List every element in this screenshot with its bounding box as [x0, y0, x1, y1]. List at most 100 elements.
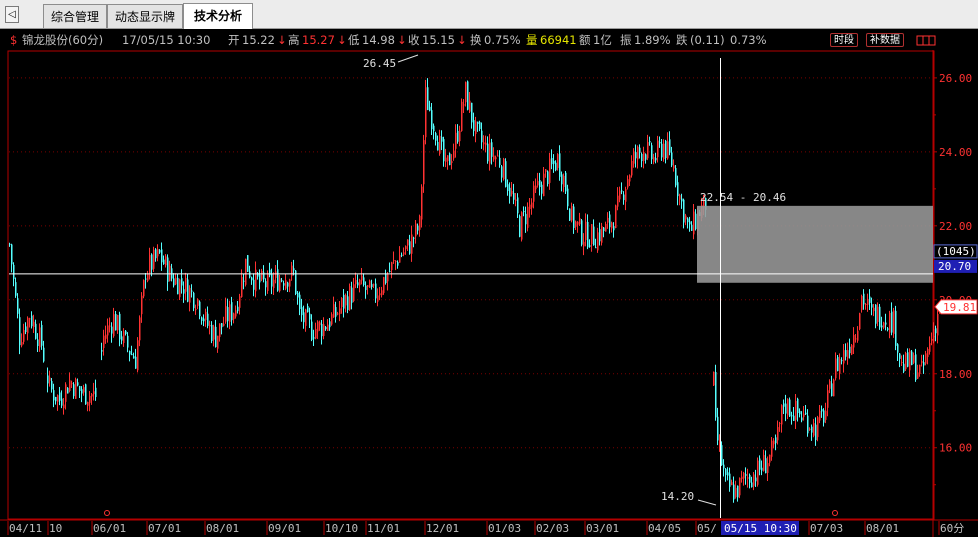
candle-body [241, 277, 243, 297]
candle-body [897, 344, 899, 353]
candle-body [255, 269, 257, 292]
candle-body [821, 409, 823, 412]
candle-body [799, 411, 801, 415]
candle-body [399, 255, 401, 263]
candle-body [691, 224, 693, 231]
candle-body [19, 317, 21, 346]
tab-scroll-left-icon[interactable]: ◁ [5, 6, 19, 23]
candle-body [415, 223, 417, 237]
candle-body [801, 417, 803, 421]
stock-name[interactable]: 锦龙股份(60分) [22, 31, 103, 49]
candle-body [639, 147, 641, 153]
candle-body [151, 254, 153, 270]
candle-body [297, 292, 299, 298]
volume-label: 量 [526, 33, 538, 47]
candle-body [847, 350, 849, 359]
price-range-label: 22.54 - 20.46 [700, 191, 786, 204]
candle-body [175, 277, 177, 285]
candle-body [887, 328, 889, 330]
candle-body [527, 206, 529, 228]
candle-body [783, 403, 785, 407]
candle-body [665, 140, 667, 158]
candle-body [759, 458, 761, 470]
candle-body [321, 323, 323, 337]
candle-body [653, 157, 655, 162]
candle-body [755, 477, 757, 482]
toolbar-grid-icon[interactable] [916, 34, 936, 47]
change-percent: 0.73% [730, 33, 767, 47]
candle-body [81, 389, 83, 394]
supplement-data-button[interactable]: 补数据 [866, 33, 904, 47]
candle-body [243, 280, 245, 282]
candle-body [479, 122, 481, 129]
tab-bar: ◁ 综合管理 动态显示牌 技术分析 [0, 0, 978, 29]
candle-body [879, 306, 881, 328]
candle-body [911, 351, 913, 365]
candle-body [213, 326, 215, 340]
candle-body [569, 208, 571, 221]
candle-body [9, 243, 11, 245]
candle-body [289, 279, 291, 287]
candle-body [915, 354, 917, 380]
candle-body [761, 467, 763, 471]
candle-body [265, 281, 267, 288]
y-tick-label: 26.00 [939, 72, 972, 85]
tab-technical-analysis[interactable]: 技术分析 [183, 3, 253, 29]
candle-body [875, 304, 877, 324]
price-range-box[interactable] [697, 205, 933, 283]
candle-body [299, 294, 301, 310]
tab-dynamic-board[interactable]: 动态显示牌 [107, 4, 183, 28]
candle-body [867, 298, 869, 305]
candle-body [583, 241, 585, 247]
candle-body [333, 304, 335, 318]
event-marker-icon[interactable] [832, 510, 838, 516]
candle-body [877, 306, 879, 322]
candle-body [785, 403, 787, 414]
amplitude-label: 振 [620, 33, 632, 47]
candle-body [319, 322, 321, 326]
candle-body [39, 327, 41, 348]
stock-flag-icon: $ [10, 33, 18, 47]
period-button[interactable]: 时段 [830, 33, 858, 47]
x-tick-label: 08/01 [206, 522, 239, 535]
candle-body [507, 184, 509, 192]
candle-body [181, 278, 183, 286]
candle-body [347, 296, 349, 310]
candle-body [737, 485, 739, 498]
tab-comprehensive-management[interactable]: 综合管理 [43, 4, 107, 28]
candle-body [253, 279, 255, 290]
candle-body [931, 338, 933, 341]
candle-body [837, 356, 839, 372]
price-chart[interactable]: 16.0018.0020.0022.0024.0026.0022.54 - 20… [0, 50, 978, 537]
candle-body [465, 82, 467, 103]
event-marker-icon[interactable] [104, 510, 110, 516]
candle-body [337, 313, 339, 315]
candle-body [823, 410, 825, 423]
candle-body [431, 110, 433, 130]
candle-body [183, 289, 185, 294]
candle-body [907, 352, 909, 367]
candle-body [757, 460, 759, 485]
candle-body [169, 265, 171, 281]
candle-body [565, 172, 567, 192]
candle-body [841, 360, 843, 362]
candle-body [937, 314, 939, 336]
candle-body [153, 249, 155, 269]
candle-body [17, 298, 19, 314]
candle-body [369, 280, 371, 288]
y-tick-label: 24.00 [939, 146, 972, 159]
candle-body [363, 277, 365, 286]
candle-body [833, 379, 835, 397]
candle-body [413, 237, 415, 239]
candle-body [73, 384, 75, 397]
volume-value: 66941 [540, 33, 577, 47]
candle-body [71, 383, 73, 385]
candle-body [843, 350, 845, 364]
candle-body [521, 212, 523, 240]
candle-body [575, 221, 577, 227]
candle-body [495, 157, 497, 160]
candle-body [15, 282, 17, 296]
open-label: 开 [228, 33, 240, 47]
candle-body [103, 335, 105, 349]
candle-body [117, 315, 119, 331]
